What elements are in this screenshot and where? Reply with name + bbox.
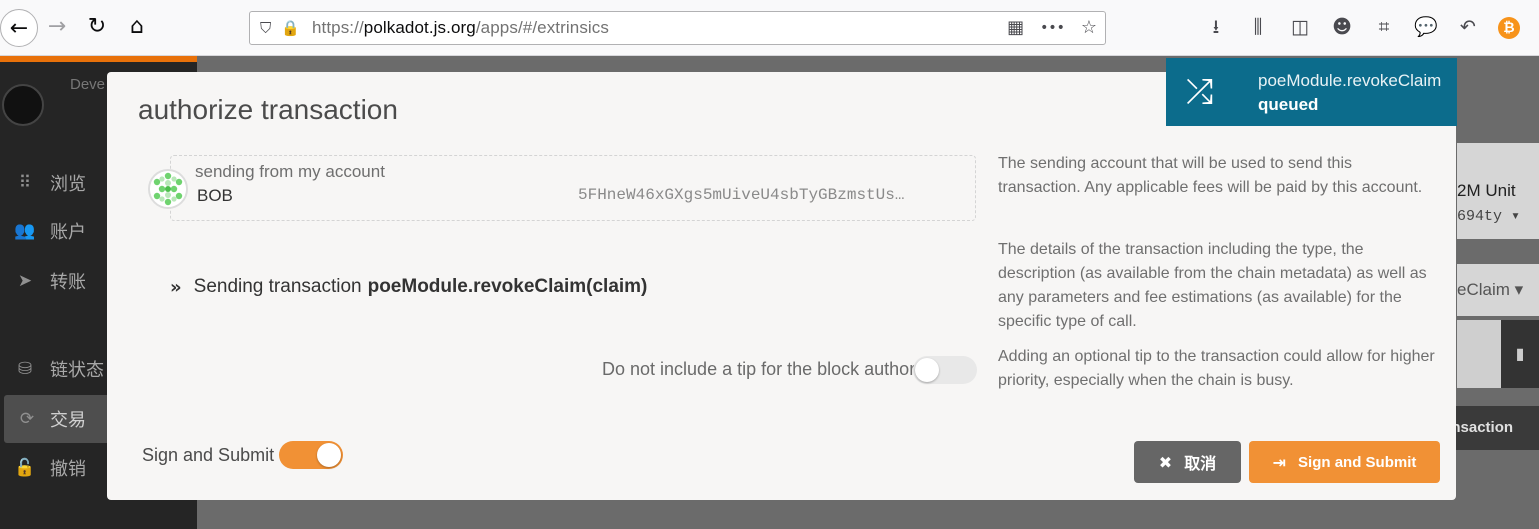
url-bar[interactable]: ⛉ 🔒 https://polkadot.js.org/apps/#/extri… <box>249 11 1106 45</box>
cancel-label: 取消 <box>1184 456 1217 473</box>
toggle-knob <box>317 443 341 467</box>
app-logo[interactable] <box>2 84 44 126</box>
account-label: sending from my account <box>195 162 385 181</box>
undo-icon[interactable]: ↶ <box>1456 14 1480 40</box>
browser-toolbar: ← → ↻ ⌂ ⛉ 🔒 https://polkadot.js.org/apps… <box>0 0 1539 56</box>
account-address: 5FHneW46xGXgs5mUiveU4sbTyGBzmstUs… <box>578 186 905 204</box>
url-host: polkadot.js.org <box>363 18 476 37</box>
identicon-graphic <box>150 171 186 207</box>
sidebar-item-label: 链状态 <box>50 360 104 380</box>
tip-label: Do not include a tip for the block autho… <box>602 359 916 379</box>
qr-code-icon[interactable]: ▦ <box>1007 17 1024 38</box>
sign-in-icon: ⇥ <box>1272 452 1287 472</box>
home-icon[interactable]: ⌂ <box>120 9 154 43</box>
sidebar-item-label: 转账 <box>50 272 86 292</box>
more-icon[interactable]: ••• <box>1040 20 1065 36</box>
account-icon[interactable]: ☻ <box>1330 14 1354 40</box>
sidebar-item-label: 交易 <box>50 410 86 430</box>
sign-submit-label: Sign and Submit <box>142 445 275 465</box>
submit-label: Sign and Submit <box>1298 453 1417 471</box>
notification-status: queued <box>1258 95 1319 114</box>
notification-method: poeModule.revokeClaim <box>1258 71 1442 90</box>
unlock-icon: 🔓 <box>14 458 36 478</box>
url-path: /apps/#/extrinsics <box>475 18 609 37</box>
explorer-icon: ⠿ <box>18 173 32 193</box>
sidebar-item-label: 撤销 <box>50 459 86 479</box>
help-text-transaction: The details of the transaction including… <box>998 241 1427 330</box>
sync-icon: ⟳ <box>19 409 35 429</box>
sidebar-item-label: 浏览 <box>50 174 86 194</box>
file-icon[interactable]: ▮ <box>1501 320 1539 388</box>
bg-account-select[interactable]: 694ty ▾ <box>1457 206 1520 225</box>
download-icon[interactable]: ⭳ <box>1204 14 1228 40</box>
transaction-call: poeModule.revokeClaim(claim) <box>367 276 648 297</box>
bitcoin-icon[interactable]: ₿ <box>1498 17 1520 39</box>
bg-balance-unit: 2M Unit <box>1457 181 1516 200</box>
reader-icon[interactable]: ◫ <box>1288 14 1312 40</box>
modal-title: authorize transaction <box>138 94 398 125</box>
lock-icon[interactable]: 🔒 <box>281 19 300 37</box>
reload-icon[interactable]: ↻ <box>80 9 114 43</box>
sign-and-submit-button[interactable]: ⇥ Sign and Submit <box>1249 441 1440 483</box>
library-icon[interactable]: ⫼ <box>1246 14 1270 40</box>
account-identicon <box>148 169 188 209</box>
account-name: BOB <box>197 186 233 205</box>
help-text-account: The sending account that will be used to… <box>998 155 1423 196</box>
url-text[interactable]: https://polkadot.js.org/apps/#/extrinsic… <box>312 18 609 38</box>
toggle-knob <box>915 358 939 382</box>
shield-icon[interactable]: ⛉ <box>260 19 271 37</box>
sidebar-item-label: 账户 <box>50 222 86 242</box>
transaction-summary: » Sending transaction poeModule.revokeCl… <box>170 276 647 298</box>
transaction-prefix: Sending transaction <box>193 276 362 297</box>
chevron-double-right-icon: » <box>170 276 182 298</box>
authorize-modal: authorize transaction sending from my ac… <box>107 72 1456 500</box>
back-icon[interactable]: ← <box>0 9 38 47</box>
star-icon[interactable]: ☆ <box>1081 17 1097 38</box>
tip-toggle[interactable] <box>913 356 977 384</box>
url-prefix: https:// <box>311 18 364 37</box>
help-text-tip: Adding an optional tip to the transactio… <box>998 348 1435 389</box>
chain-name: Deve <box>70 76 106 93</box>
sign-submit-toggle[interactable] <box>279 441 343 469</box>
shuffle-icon: ⤮ <box>1186 72 1214 112</box>
status-notification[interactable]: ⤮ poeModule.revokeClaim queued <box>1166 58 1457 126</box>
close-icon: ✖ <box>1158 452 1173 472</box>
bg-call-select[interactable]: eClaim ▾ <box>1457 280 1523 300</box>
users-icon: 👥 <box>14 221 36 241</box>
chat-icon[interactable]: 💬 <box>1414 14 1438 40</box>
sidebar-accent-bar <box>0 56 197 62</box>
send-icon: ➤ <box>17 271 33 291</box>
database-icon: ⛁ <box>17 359 33 379</box>
cancel-button[interactable]: ✖ 取消 <box>1134 441 1241 483</box>
crop-icon[interactable]: ⌗ <box>1372 14 1396 40</box>
forward-icon[interactable]: → <box>40 9 74 43</box>
